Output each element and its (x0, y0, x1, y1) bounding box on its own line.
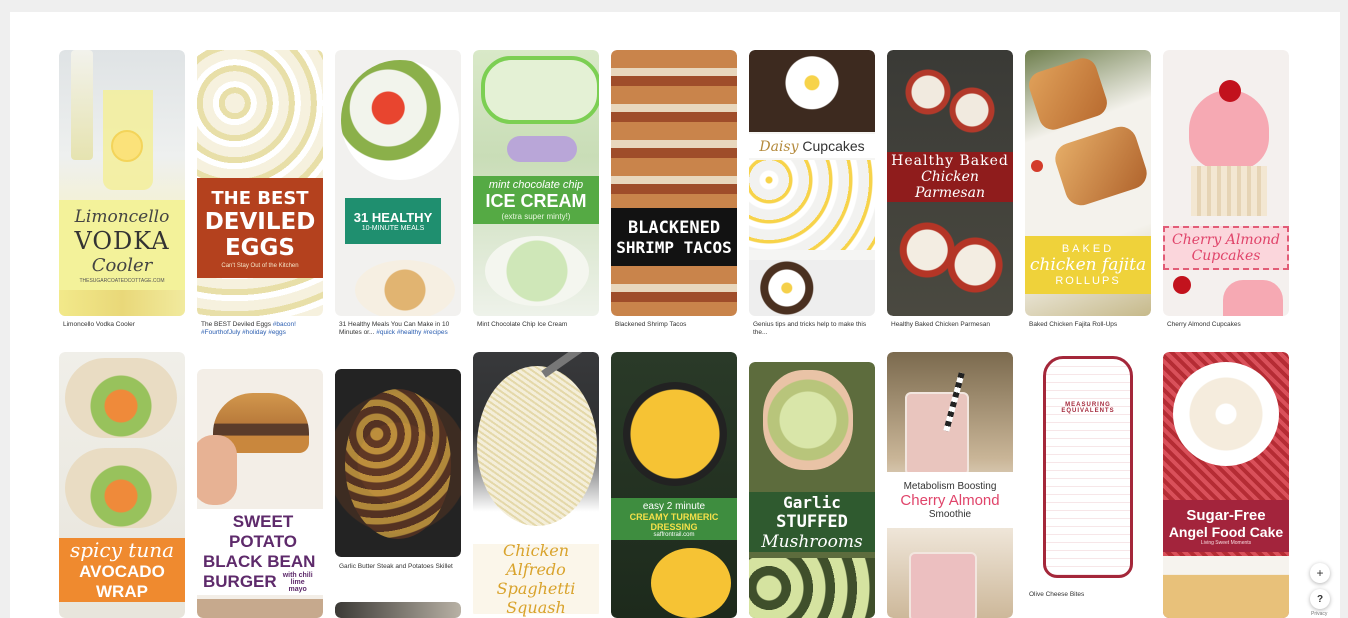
pin-chicken-parmesan[interactable]: Healthy Baked Chicken Parmesan (887, 50, 1013, 316)
overlay-line: Mushrooms (761, 531, 863, 552)
overlay-line: Limoncello (74, 206, 170, 227)
overlay-line: Metabolism Boosting (903, 480, 997, 492)
overlay-line: THESUGARCOATEDCOTTAGE.COM (79, 277, 165, 284)
overlay-line: ICE CREAM (485, 191, 587, 211)
pin-caption-text: Garlic Butter Steak and Potatoes Skillet (339, 563, 453, 570)
pin-caption-text: Mint Chocolate Chip Ice Cream (477, 321, 568, 328)
overlay-line: BURGER with chili lime mayo (203, 572, 315, 593)
pin-caption-text: Baked Chicken Fajita Roll-Ups (1029, 321, 1118, 328)
overlay-word: Daisy (759, 138, 799, 155)
plus-button[interactable]: + (1310, 563, 1330, 583)
overlay-line: Living Sweet Moments (1200, 539, 1252, 546)
overlay-line: Angel Food Cake (1168, 523, 1284, 540)
overlay-line: Daisy Cupcakes (759, 138, 864, 155)
overlay-word: with chili lime mayo (282, 571, 313, 593)
overlay-line: Cupcakes (1191, 248, 1261, 264)
pin-caption[interactable]: Blackened Shrimp Tacos (615, 321, 743, 329)
overlay-line: Cooler (91, 254, 153, 276)
overlay-line: BAKED (1061, 243, 1115, 255)
pin-sweet-potato-burger[interactable]: SWEET POTATO BLACK BEAN BURGER with chil… (197, 369, 323, 618)
overlay-line: EGGS (224, 234, 296, 261)
pin-caption[interactable]: The BEST Deviled Eggs #bacon! #FourthofJ… (201, 321, 329, 337)
overlay-line: 10-MINUTE MEALS (361, 225, 425, 232)
pin-chicken-fajita-rollups[interactable]: BAKED chicken fajita ROLLUPS (1025, 50, 1151, 316)
help-button[interactable]: ? (1310, 589, 1330, 609)
pin-creamy-turmeric-dressing[interactable]: easy 2 minute CREAMY TURMERIC DRESSING s… (611, 352, 737, 618)
overlay-line: chicken fajita (1029, 255, 1147, 275)
help-icon: ? (1316, 593, 1324, 605)
overlay-line: Garlic (783, 492, 841, 512)
pin-caption[interactable]: Garlic Butter Steak and Potatoes Skillet (339, 563, 467, 571)
privacy-link[interactable]: Privacy (1311, 611, 1327, 617)
overlay-line: Cherry Almond (1171, 232, 1281, 248)
pin-mint-ice-cream[interactable]: mint chocolate chip ICE CREAM (extra sup… (473, 50, 599, 316)
pin-caption[interactable]: Olive Cheese Bites (1029, 591, 1157, 599)
pin-caption-text: Limoncello Vodka Cooler (63, 321, 135, 328)
overlay-line: CREAMY TURMERIC DRESSING (629, 511, 719, 532)
overlay-line: 31 HEALTHY (353, 210, 433, 225)
overlay-line: STUFFED (776, 511, 848, 532)
overlay-line: BLACK BEAN (203, 551, 316, 571)
overlay-line: Cherry Almond (900, 491, 1000, 509)
overlay-line: Healthy Baked (891, 153, 1009, 169)
overlay-line: BLACKENED (627, 217, 721, 238)
pin-spicy-tuna-avocado-wrap[interactable]: spicy tuna AVOCADO WRAP (59, 352, 185, 618)
overlay-line: SHRIMP TACOS (616, 237, 732, 257)
pin-partial[interactable] (335, 602, 461, 618)
pin-deviled-eggs[interactable]: THE BEST DEVILED EGGS Can't Stay Out of … (197, 50, 323, 316)
pin-measuring-equivalents[interactable]: MEASURING EQUIVALENTS (1025, 352, 1151, 586)
pin-caption-text: Olive Cheese Bites (1029, 591, 1085, 598)
pin-caption[interactable]: 31 Healthy Meals You Can Make in 10 Minu… (339, 321, 467, 337)
overlay-line: AVOCADO WRAP (79, 562, 165, 601)
pin-caption[interactable]: Genius tips and tricks help to make this… (753, 321, 881, 337)
pin-board: Limoncello VODKA Cooler THESUGARCOATEDCO… (10, 12, 1340, 618)
overlay-line: Sugar-Free (1186, 506, 1266, 524)
pin-caption[interactable]: Healthy Baked Chicken Parmesan (891, 321, 1019, 329)
pin-hashtags[interactable]: #quick #healthy #recipes (376, 329, 448, 336)
overlay-line: Can't Stay Out of the Kitchen (221, 262, 299, 269)
plus-icon: + (1316, 566, 1324, 580)
pin-blackened-shrimp-tacos[interactable]: BLACKENED SHRIMP TACOS (611, 50, 737, 316)
pin-caption[interactable]: Limoncello Vodka Cooler (63, 321, 191, 329)
pin-daisy-cupcakes[interactable]: Daisy Cupcakes (749, 50, 875, 316)
pin-chicken-alfredo-spaghetti-squash[interactable]: Chicken Alfredo Spaghetti Squash (473, 352, 599, 618)
overlay-line: Spaghetti Squash (496, 579, 576, 617)
overlay-line: spicy tuna (69, 538, 175, 562)
pin-garlic-stuffed-mushrooms[interactable]: Garlic STUFFED Mushrooms (749, 362, 875, 618)
overlay-line: THE BEST (211, 187, 309, 209)
pin-caption-text: Blackened Shrimp Tacos (615, 321, 687, 328)
overlay-line: VODKA (74, 226, 170, 255)
pin-caption-text: Cherry Almond Cupcakes (1167, 321, 1241, 328)
overlay-line: saffrontrail.com (653, 531, 695, 538)
pin-31-healthy-meals[interactable]: 31 HEALTHY 10-MINUTE MEALS (335, 50, 461, 316)
pin-caption[interactable]: Baked Chicken Fajita Roll-Ups (1029, 321, 1157, 329)
pin-garlic-butter-steak[interactable] (335, 369, 461, 557)
pin-caption-text: Healthy Baked Chicken Parmesan (891, 321, 990, 328)
overlay-line: ROLLUPS (1055, 275, 1121, 287)
overlay-line: SWEET POTATO (229, 511, 297, 551)
overlay-word: BURGER (203, 572, 277, 591)
overlay-line: EQUIVALENTS (1061, 408, 1115, 414)
overlay-line: DEVILED (204, 208, 316, 235)
pin-caption-text: Genius tips and tricks help to make this… (753, 321, 867, 336)
overlay-line: Chicken Parmesan (915, 169, 985, 201)
overlay-word: Cupcakes (802, 137, 865, 154)
pin-sugar-free-angel-food-cake[interactable]: Sugar-Free Angel Food Cake Living Sweet … (1163, 352, 1289, 618)
pin-caption[interactable]: Cherry Almond Cupcakes (1167, 321, 1295, 329)
overlay-line: Chicken Alfredo (502, 541, 570, 579)
pin-caption[interactable]: Mint Chocolate Chip Ice Cream (477, 321, 605, 329)
pin-caption-text: The BEST Deviled Eggs (201, 321, 273, 328)
pin-limoncello-vodka-cooler[interactable]: Limoncello VODKA Cooler THESUGARCOATEDCO… (59, 50, 185, 316)
overlay-line: mint chocolate chip (488, 179, 584, 191)
pin-cherry-almond-smoothie[interactable]: Metabolism Boosting Cherry Almond Smooth… (887, 352, 1013, 618)
pin-cherry-almond-cupcakes[interactable]: Cherry Almond Cupcakes (1163, 50, 1289, 316)
overlay-line: (extra super minty!) (501, 212, 571, 221)
overlay-line: easy 2 minute (642, 500, 706, 512)
overlay-line: Smoothie (928, 508, 972, 520)
